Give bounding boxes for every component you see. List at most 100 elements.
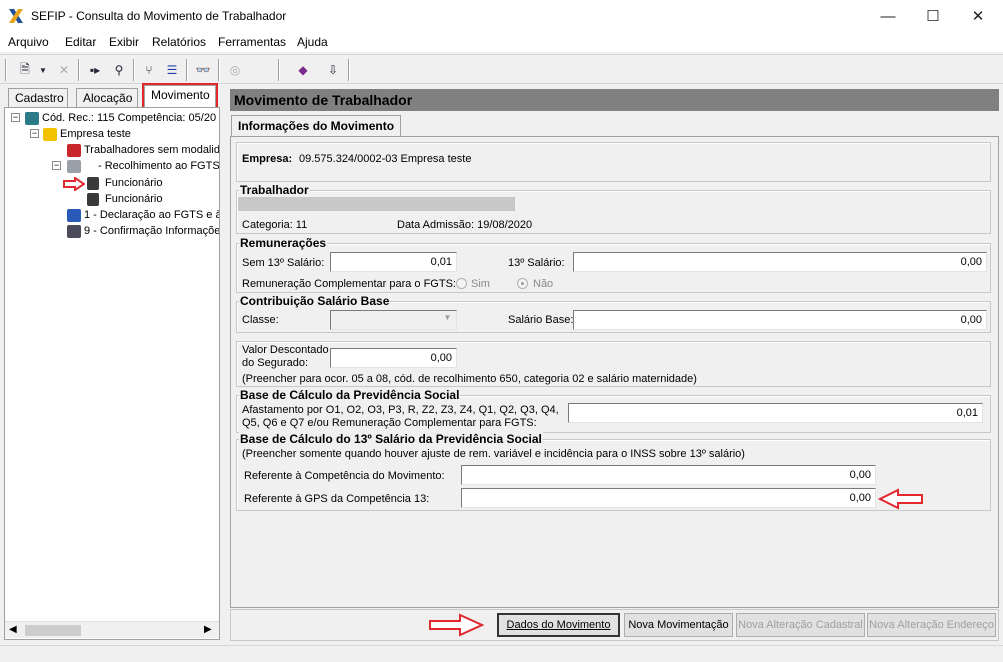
empresa-group: Empresa: 09.575.324/0002-03 Empresa test… [236,142,991,182]
menu-exibir[interactable]: Exibir [109,35,139,49]
collapse-icon[interactable]: − [11,113,20,122]
list-view-icon[interactable]: ☰ [161,59,183,81]
base-13-title: Base de Cálculo do 13º Salário da Previd… [239,432,543,446]
competence-icon [25,111,39,125]
workers-gray-icon [67,159,81,173]
menu-editar[interactable]: Editar [65,35,96,49]
workers-dark-icon [67,224,81,238]
toolbar-separator [186,59,188,81]
nova-alteracao-cadastral-button[interactable]: Nova Alteração Cadastral [736,613,865,637]
main-header-title: Movimento de Trabalhador [234,92,413,108]
toolbar-separator [5,59,7,81]
main-panel: Empresa: 09.575.324/0002-03 Empresa test… [230,136,999,608]
collapse-icon[interactable]: − [52,161,61,170]
tree-declaracao[interactable]: 1 - Declaração ao FGTS e à [67,207,220,223]
tab-movimento[interactable]: Movimento [142,83,218,109]
dropdown-arrow-icon[interactable]: ▼ [36,59,50,81]
base-previdencia-field[interactable]: 0,01 [568,403,983,423]
tree-root-label: Cód. Rec.: 115 Competência: 05/20 [42,112,217,124]
delete-icon[interactable]: ✕ [53,59,75,81]
remuneracoes-group: Remunerações Sem 13º Salário: 0,01 13º S… [236,236,991,293]
tree-root[interactable]: Cód. Rec.: 115 Competência: 05/20 [25,110,216,126]
contribuicao-title: Contribuição Salário Base [239,294,391,308]
nova-movimentacao-button[interactable]: Nova Movimentação [624,613,733,637]
classe-label: Classe: [242,314,279,326]
title-bar: SEFIP - Consulta do Movimento de Trabalh… [0,0,1003,32]
move-left-icon[interactable]: ▪▸ [84,59,106,81]
valor-descontado-note: (Preencher para ocor. 05 a 08, cód. de r… [242,373,697,385]
radio-nao[interactable] [517,278,528,289]
toolbar-separator [78,59,80,81]
exit-icon[interactable]: ⇩ [322,59,344,81]
tree-funcionario-1-label: Funcionário [105,177,163,189]
tree-confirmacao-label: 9 - Confirmação Informaçõe [84,225,220,237]
redacted-name-bar [238,197,515,211]
valor-descontado-field[interactable]: 0,00 [330,348,457,368]
chevron-down-icon[interactable]: ▼ [441,313,454,327]
database-icon[interactable]: ◎ [224,59,246,81]
minimize-button[interactable]: — [865,0,911,32]
gps-field[interactable]: 0,00 [461,488,876,508]
workers-red-icon [67,143,81,157]
toolbar-separator [218,59,220,81]
tree-panel: − Cód. Rec.: 115 Competência: 05/20 − Em… [4,107,220,640]
contribuicao-group: Contribuição Salário Base Classe: ▼ Salá… [236,294,991,333]
window-title: SEFIP - Consulta do Movimento de Trabalh… [31,9,287,23]
menu-ferramentas[interactable]: Ferramentas [218,35,286,49]
tree-recolhimento[interactable]: - Recolhimento ao FGTS [67,158,219,174]
person-icon [87,176,99,190]
tab-alocacao[interactable]: Alocação [76,88,138,107]
maximize-button[interactable]: ☐ [910,0,956,32]
empresa-value: 09.575.324/0002-03 Empresa teste [299,153,472,165]
close-button[interactable]: ✕ [955,0,1001,32]
tree-funcionario-2[interactable]: Funcionário [87,191,162,207]
tree-empresa[interactable]: Empresa teste [43,126,131,142]
radio-sim[interactable] [456,278,467,289]
sem13-field[interactable]: 0,01 [330,252,457,272]
tree-view-icon[interactable]: ⑂ [138,59,160,81]
sem13-label: Sem 13º Salário: [242,257,325,269]
status-bar [0,645,1003,662]
books-icon[interactable]: ◆ [292,59,314,81]
empresa-label: Empresa: [242,153,293,165]
tree-funcionario-2-label: Funcionário [105,193,163,205]
left-tab-strip: Cadastro Alocação Movimento [4,83,220,109]
scroll-thumb[interactable] [25,625,81,636]
tree-confirmacao[interactable]: 9 - Confirmação Informaçõe [67,223,220,239]
salario-base-field[interactable]: 0,00 [573,310,987,330]
dados-movimento-button[interactable]: Dados do Movimento [497,613,620,637]
binoculars-icon[interactable]: 👓 [192,59,214,81]
menu-relatorios[interactable]: Relatórios [152,35,206,49]
base-previdencia-line-2: Q5, Q6 e Q7 e/ou Remuneração Complementa… [242,417,537,429]
base-previdencia-group: Base de Cálculo da Previdência Social Af… [236,388,991,433]
tree-empresa-label: Empresa teste [60,128,131,140]
s13-field[interactable]: 0,00 [573,252,987,272]
tab-informacoes-movimento[interactable]: Informações do Movimento [231,115,402,137]
tree-funcionario-1[interactable]: Funcionário [87,175,162,191]
categoria-text: Categoria: 11 [242,219,308,231]
menu-ajuda[interactable]: Ajuda [297,35,328,49]
new-document-icon[interactable]: 🗎 [14,59,36,81]
red-arrow-right-icon [63,177,85,191]
competencia-field[interactable]: 0,00 [461,465,876,485]
tab-cadastro[interactable]: Cadastro [8,88,68,107]
remuneracoes-title: Remunerações [239,236,328,250]
classe-select[interactable]: ▼ [330,310,457,330]
building-icon [43,127,57,141]
tree-declaracao-label: 1 - Declaração ao FGTS e à [84,209,220,221]
scroll-left-icon[interactable]: ◀ [9,624,17,635]
collapse-icon[interactable]: − [30,129,39,138]
red-arrow-left-icon [878,488,923,510]
tree-sem-modalidade-label: Trabalhadores sem modalid [84,144,220,156]
tree-expand-icon[interactable]: ⚲ [108,59,130,81]
menu-arquivo[interactable]: Arquivo [8,35,49,49]
tree-sem-modalidade[interactable]: Trabalhadores sem modalid [67,142,220,158]
trabalhador-group: Trabalhador Categoria: 11 Data Admissão:… [236,183,991,234]
scroll-right-icon[interactable]: ▶ [204,624,212,635]
tree-horizontal-scrollbar[interactable]: ◀ ▶ [5,621,219,638]
gps-label: Referente à GPS da Competência 13: [244,493,430,505]
competencia-label: Referente à Competência do Movimento: [244,470,445,482]
nova-alteracao-endereco-button[interactable]: Nova Alteração Endereço [867,613,996,637]
toolbar: 🗎 ▼ ✕ ▪▸ ⚲ ⑂ ☰ 👓 ◎ ◆ ⇩ [0,54,1003,84]
toolbar-separator [278,59,280,81]
